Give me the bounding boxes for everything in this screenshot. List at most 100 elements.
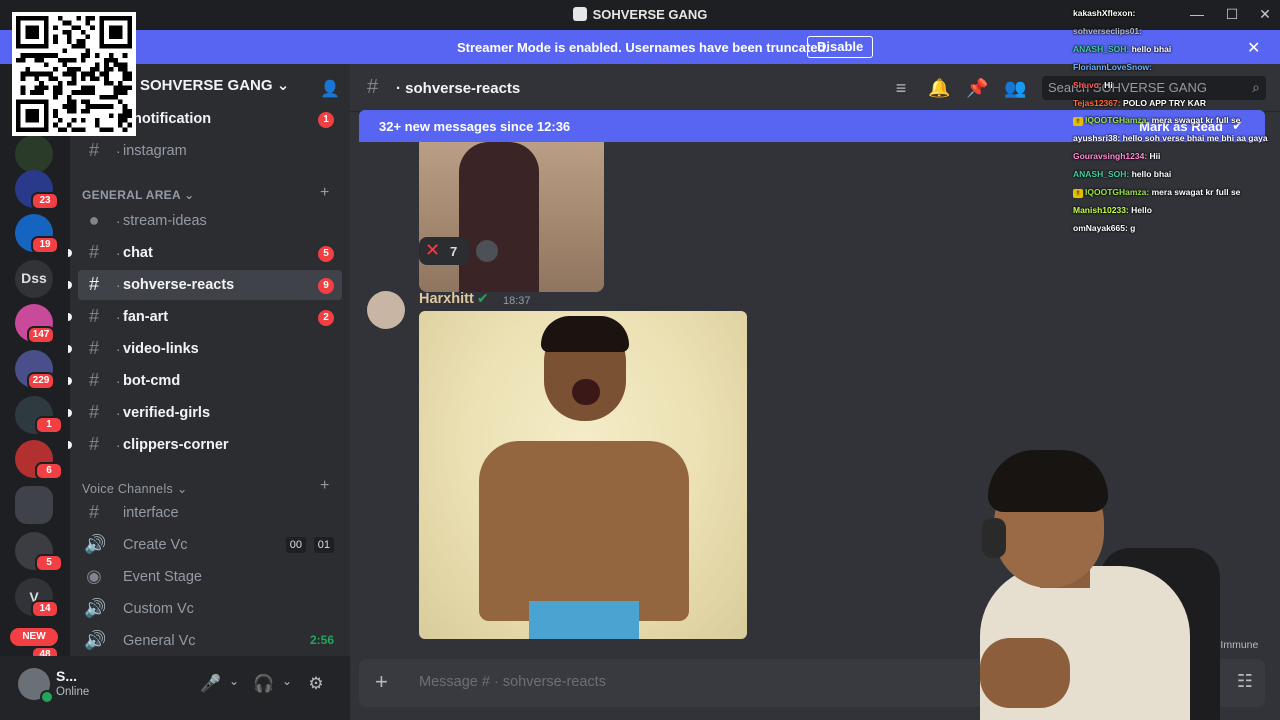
overlay-message: mera swagat kr full se [1149, 115, 1241, 126]
stage-event-stage[interactable]: ◉ Event Stage [78, 562, 342, 592]
pin-icon[interactable]: 📌 [966, 78, 988, 99]
add-channel-icon[interactable]: + [320, 184, 329, 202]
server-icon[interactable] [15, 135, 53, 173]
voice-user-limit: 01 [313, 537, 334, 553]
members-icon[interactable]: 👥 [1004, 78, 1026, 99]
server-dss-label: Dss [21, 270, 47, 286]
overlay-username: FloriannLoveSnow: [1073, 61, 1152, 72]
banner-message: Streamer Mode is enabled. Usernames have… [457, 40, 830, 55]
server-badge: 23 [31, 192, 59, 210]
attach-plus-icon[interactable]: + [375, 669, 388, 695]
overlay-message: Hi [1101, 79, 1113, 90]
qr-code-graphic [16, 16, 132, 132]
overlay-username: omNayak665: [1073, 222, 1128, 233]
overlay-username: sohverseclips01: [1073, 25, 1142, 36]
message-input[interactable]: Message # · sohverse-reacts [419, 674, 606, 690]
hash-lock-icon: # [88, 402, 99, 422]
server-name[interactable]: SOHVERSE GANG ⌄ [140, 76, 289, 94]
stream-chat-overlay: kakashXflexon: sohverseclips01: ANASH_SOH:… [1068, 2, 1280, 234]
voice-custom-vc[interactable]: 🔊 Custom Vc [78, 594, 342, 624]
overlay-message: g [1127, 222, 1136, 233]
overlay-message: Hello [1128, 204, 1152, 215]
apps-grid-icon[interactable]: ☷ [1237, 671, 1253, 692]
reaction-x[interactable]: ✕ 7 [419, 237, 469, 265]
overlay-username: IQOOTGHamza: [1085, 187, 1150, 197]
threads-icon[interactable]: ≡ [890, 78, 912, 99]
overlay-message: hello soh verse bhai me bhi aa gaya [1120, 133, 1268, 144]
unread-badge: 1 [318, 112, 334, 128]
headphones-icon [982, 518, 1006, 558]
channel-stream-ideas[interactable]: ● · stream-ideas [78, 206, 342, 236]
overlay-username: IQOOTGHamza: [1085, 115, 1150, 126]
bell-icon[interactable]: 🔔 [928, 78, 950, 99]
overlay-chat-line: ↑ IQOOTGHamza: mera swagat kr full se [1073, 115, 1241, 127]
add-voice-channel-icon[interactable]: + [320, 477, 329, 495]
channel-bot-cmd[interactable]: # · bot-cmd [68, 366, 342, 396]
overlay-username: Manish10233: [1073, 204, 1129, 215]
overlay-message: hello bhai [1129, 169, 1172, 180]
add-reaction-icon[interactable] [476, 240, 498, 262]
chevron-down-icon[interactable]: ⌄ [224, 674, 244, 688]
new-servers-pill[interactable]: NEW [10, 628, 58, 646]
channel-fan-art[interactable]: # · fan-art 2 [68, 302, 342, 332]
overlay-username: Gouravsingh1234: [1073, 151, 1148, 162]
folder-icon[interactable] [15, 486, 53, 524]
headphones-icon[interactable]: 🎧 [253, 674, 274, 694]
overlay-chat-line: omNayak665: g [1073, 223, 1135, 233]
hash-icon: # [88, 242, 99, 262]
overlay-message: hello bhai [1129, 43, 1172, 54]
unread-badge: 2 [318, 310, 334, 326]
server-badge: 147 [27, 326, 55, 344]
channel-interface[interactable]: # interface [78, 498, 342, 528]
webcam-overlay [960, 448, 1230, 720]
stage-icon: ◉ [86, 566, 102, 586]
unread-indicator [68, 441, 72, 449]
unread-indicator [68, 249, 72, 257]
speaker-icon: 🔊 [84, 534, 107, 554]
category-general-area[interactable]: GENERAL AREA ⌄ [82, 188, 195, 202]
invite-people-icon[interactable]: 👤 [320, 79, 340, 98]
hash-icon: # [88, 306, 99, 326]
message-timestamp: 18:37 [503, 295, 531, 307]
server-badge: 19 [31, 236, 59, 254]
overlay-chat-line: Shuvo: Hi [1073, 80, 1113, 90]
overlay-chat-line: Tejas12367: POLO APP TRY KAR [1073, 98, 1206, 108]
hash-icon: # [88, 434, 99, 454]
channel-verified-girls[interactable]: # · verified-girls [68, 398, 342, 428]
overlay-chat-line: kakashXflexon: [1073, 8, 1135, 18]
user-panel: S... Online 🎤 ⌄ 🎧 ⌄ ⚙ [0, 656, 350, 720]
disable-streamer-mode-button[interactable]: Disable [807, 36, 874, 58]
voice-user-count: 00 [285, 537, 306, 553]
gear-icon[interactable]: ⚙ [306, 674, 326, 694]
channel-instagram[interactable]: # · instagram [78, 136, 342, 166]
image-attachment[interactable] [419, 311, 747, 639]
unread-indicator [68, 377, 72, 385]
username: S... [56, 668, 78, 684]
channel-video-links[interactable]: # · video-links [68, 334, 342, 364]
voice-create-vc[interactable]: 🔊 Create Vc 00 01 [78, 530, 342, 560]
channel-chat[interactable]: # · chat 5 [68, 238, 342, 268]
status-online-icon [40, 690, 54, 704]
channel-title: · sohverse-reacts [396, 80, 521, 97]
chevron-down-icon[interactable]: ⌄ [277, 674, 297, 688]
overlay-message: mera swagat kr full se [1149, 187, 1241, 197]
message-avatar[interactable] [367, 291, 405, 329]
voice-general-vc[interactable]: 🔊 General Vc 2:56 [78, 626, 342, 656]
channel-clippers-corner[interactable]: # · clippers-corner [68, 430, 342, 460]
category-voice-channels[interactable]: Voice Channels ⌄ [82, 481, 188, 496]
message-author[interactable]: Harxhitt [419, 291, 474, 307]
voice-duration: 2:56 [309, 633, 334, 647]
speaker-active-icon: 🔊 [84, 630, 107, 650]
overlay-username: Shuvo: [1073, 79, 1102, 90]
unread-indicator [68, 281, 72, 289]
overlay-username: ayushsri38: [1073, 133, 1121, 144]
overlay-username: kakashXflexon: [1073, 8, 1136, 18]
channel-sohverse-reacts[interactable]: # · sohverse-reacts 9 [68, 270, 342, 300]
server-badge: 6 [35, 462, 63, 480]
microphone-icon[interactable]: 🎤 [200, 674, 221, 694]
image-attachment-previous[interactable] [419, 142, 604, 292]
forum-icon: ● [88, 210, 100, 230]
overlay-message: Hii [1147, 151, 1161, 162]
overlay-chat-line: ANASH_SOH: hello bhai [1073, 44, 1171, 54]
server-badge: 1 [35, 416, 63, 434]
